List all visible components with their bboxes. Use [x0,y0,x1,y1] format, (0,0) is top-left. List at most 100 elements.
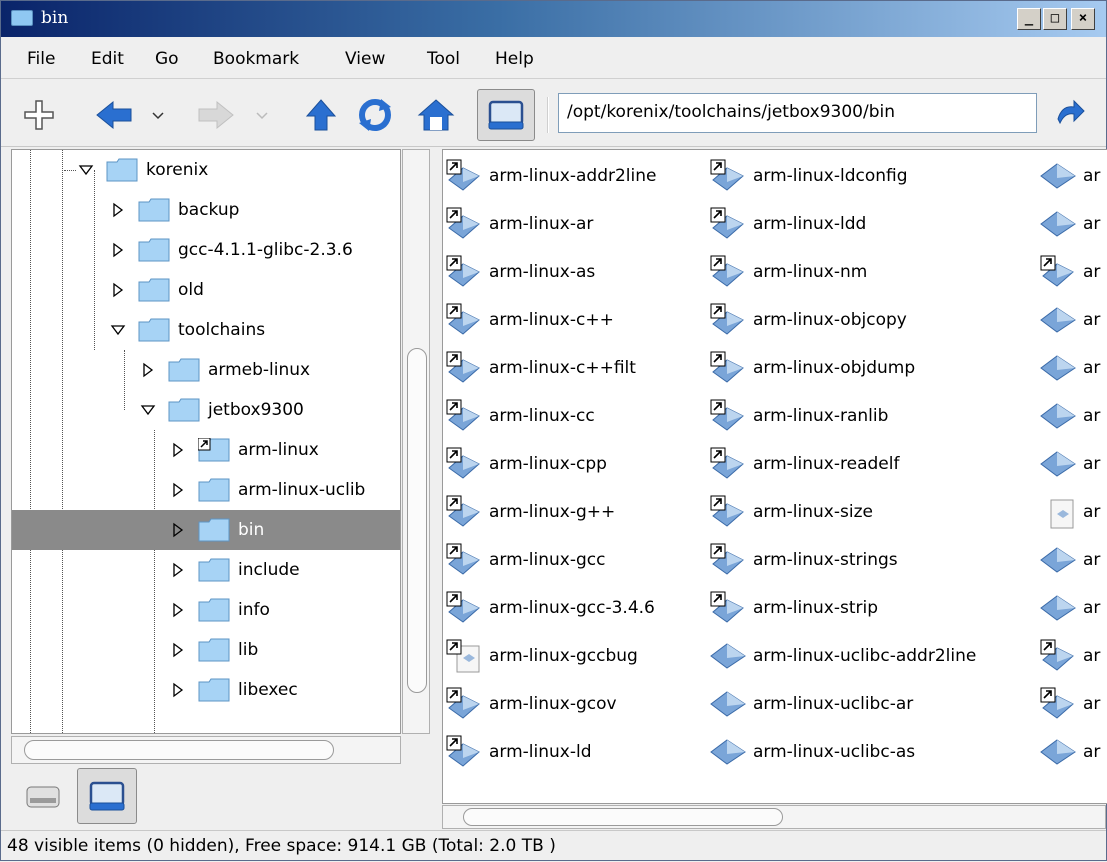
tree-item-gcc[interactable]: gcc-4.1.1-glibc-2.3.6 [12,230,400,270]
tree-item-arm-linux[interactable]: arm-linux [12,430,400,470]
file-item[interactable]: ar [1039,444,1100,484]
file-item[interactable]: ar [1039,348,1100,388]
file-item[interactable]: ar [1039,540,1100,580]
scrollbar-thumb[interactable] [407,348,427,693]
home-button[interactable] [413,95,459,135]
back-history-button[interactable] [147,95,169,135]
expand-triangle-icon[interactable] [170,522,186,538]
tree-item-arm-linux-uclib[interactable]: arm-linux-uclib [12,470,400,510]
executable-icon [709,686,751,722]
tree-vertical-scrollbar[interactable] [402,149,430,734]
expand-triangle-icon[interactable] [170,442,186,458]
folder-icon [198,478,230,502]
tree-horizontal-scrollbar[interactable] [11,736,401,764]
new-tab-button[interactable] [19,95,59,135]
file-item[interactable]: arm-linux-gcc-3.4.6 [445,588,655,628]
file-item[interactable]: arm-linux-g++ [445,492,615,532]
file-item[interactable]: arm-linux-nm [709,252,867,292]
file-item[interactable]: arm-linux-readelf [709,444,899,484]
files-horizontal-scrollbar[interactable] [442,805,1106,829]
file-item[interactable]: arm-linux-ranlib [709,396,888,436]
menu-edit[interactable]: Edit [91,49,124,69]
scrollbar-thumb[interactable] [463,808,783,826]
go-button[interactable] [1049,95,1091,135]
file-item[interactable]: arm-linux-ld [445,732,592,772]
file-item[interactable]: arm-linux-uclibc-as [709,732,915,772]
file-item[interactable]: arm-linux-ldd [709,204,866,244]
file-item[interactable]: ar [1039,732,1100,772]
expand-triangle-icon[interactable] [170,482,186,498]
computer-button[interactable] [477,89,535,141]
file-item[interactable]: ar [1039,492,1100,532]
up-button[interactable] [299,95,343,135]
expand-triangle-icon[interactable] [110,282,126,298]
file-item[interactable]: ar [1039,684,1100,724]
script-icon [1039,494,1081,530]
tree-item-include[interactable]: include [12,550,400,590]
file-item[interactable]: arm-linux-objcopy [709,300,907,340]
file-item[interactable]: arm-linux-objdump [709,348,915,388]
expand-triangle-icon[interactable] [170,562,186,578]
tree-item-bin[interactable]: bin [12,510,400,550]
location-input[interactable]: /opt/korenix/toolchains/jetbox9300/bin [558,93,1037,133]
file-item[interactable]: ar [1039,636,1100,676]
forward-history-button[interactable] [251,95,273,135]
reload-button[interactable] [353,95,397,135]
menu-help[interactable]: Help [495,49,534,69]
tree-item-libexec[interactable]: libexec [12,670,400,710]
file-item[interactable]: arm-linux-gccbug [445,636,638,676]
forward-button[interactable] [193,95,239,135]
menu-go[interactable]: Go [155,49,179,69]
file-item[interactable]: arm-linux-c++ [445,300,614,340]
close-button[interactable]: × [1071,8,1095,30]
scrollbar-thumb[interactable] [24,740,334,760]
expand-triangle-icon[interactable] [170,642,186,658]
back-button[interactable] [91,95,137,135]
file-item[interactable]: ar [1039,204,1100,244]
tree-item-info[interactable]: info [12,590,400,630]
tree-item-toolchains[interactable]: toolchains [12,310,400,350]
expand-triangle-icon[interactable] [170,602,186,618]
file-item[interactable]: arm-linux-as [445,252,595,292]
file-item[interactable]: arm-linux-gcc [445,540,605,580]
expand-triangle-icon[interactable] [140,362,156,378]
tree-item-old[interactable]: old [12,270,400,310]
file-item[interactable]: ar [1039,252,1100,292]
file-item[interactable]: ar [1039,588,1100,628]
collapse-triangle-icon[interactable] [78,162,94,178]
file-item[interactable]: arm-linux-addr2line [445,156,656,196]
menu-view[interactable]: View [345,49,385,69]
file-item[interactable]: arm-linux-strip [709,588,878,628]
file-item[interactable]: arm-linux-cpp [445,444,607,484]
expand-triangle-icon[interactable] [110,242,126,258]
file-item[interactable]: arm-linux-cc [445,396,595,436]
tree-item-backup[interactable]: backup [12,190,400,230]
expand-triangle-icon[interactable] [170,682,186,698]
file-item[interactable]: ar [1039,156,1100,196]
file-item[interactable]: arm-linux-gcov [445,684,617,724]
file-item[interactable]: ar [1039,300,1100,340]
collapse-triangle-icon[interactable] [110,322,126,338]
tree-item-jetbox9300[interactable]: jetbox9300 [12,390,400,430]
title-bar[interactable]: bin _ □ × [1,1,1106,37]
minimize-button[interactable]: _ [1017,8,1041,30]
file-item[interactable]: arm-linux-ldconfig [709,156,908,196]
tree-item-lib[interactable]: lib [12,630,400,670]
menu-file[interactable]: File [27,49,55,69]
file-item[interactable]: arm-linux-uclibc-ar [709,684,913,724]
file-item[interactable]: arm-linux-ar [445,204,593,244]
side-tab-tree[interactable] [77,768,137,824]
maximize-button[interactable]: □ [1043,8,1067,30]
collapse-triangle-icon[interactable] [140,402,156,418]
file-item[interactable]: arm-linux-strings [709,540,898,580]
file-item[interactable]: arm-linux-c++filt [445,348,636,388]
file-item[interactable]: arm-linux-size [709,492,873,532]
file-item[interactable]: ar [1039,396,1100,436]
file-item[interactable]: arm-linux-uclibc-addr2line [709,636,976,676]
expand-triangle-icon[interactable] [110,202,126,218]
tree-item-armeb-linux[interactable]: armeb-linux [12,350,400,390]
menu-tool[interactable]: Tool [427,49,460,69]
tree-item-korenix[interactable]: korenix [12,150,400,190]
menu-bookmark[interactable]: Bookmark [213,49,299,69]
side-tab-places[interactable] [19,776,67,816]
